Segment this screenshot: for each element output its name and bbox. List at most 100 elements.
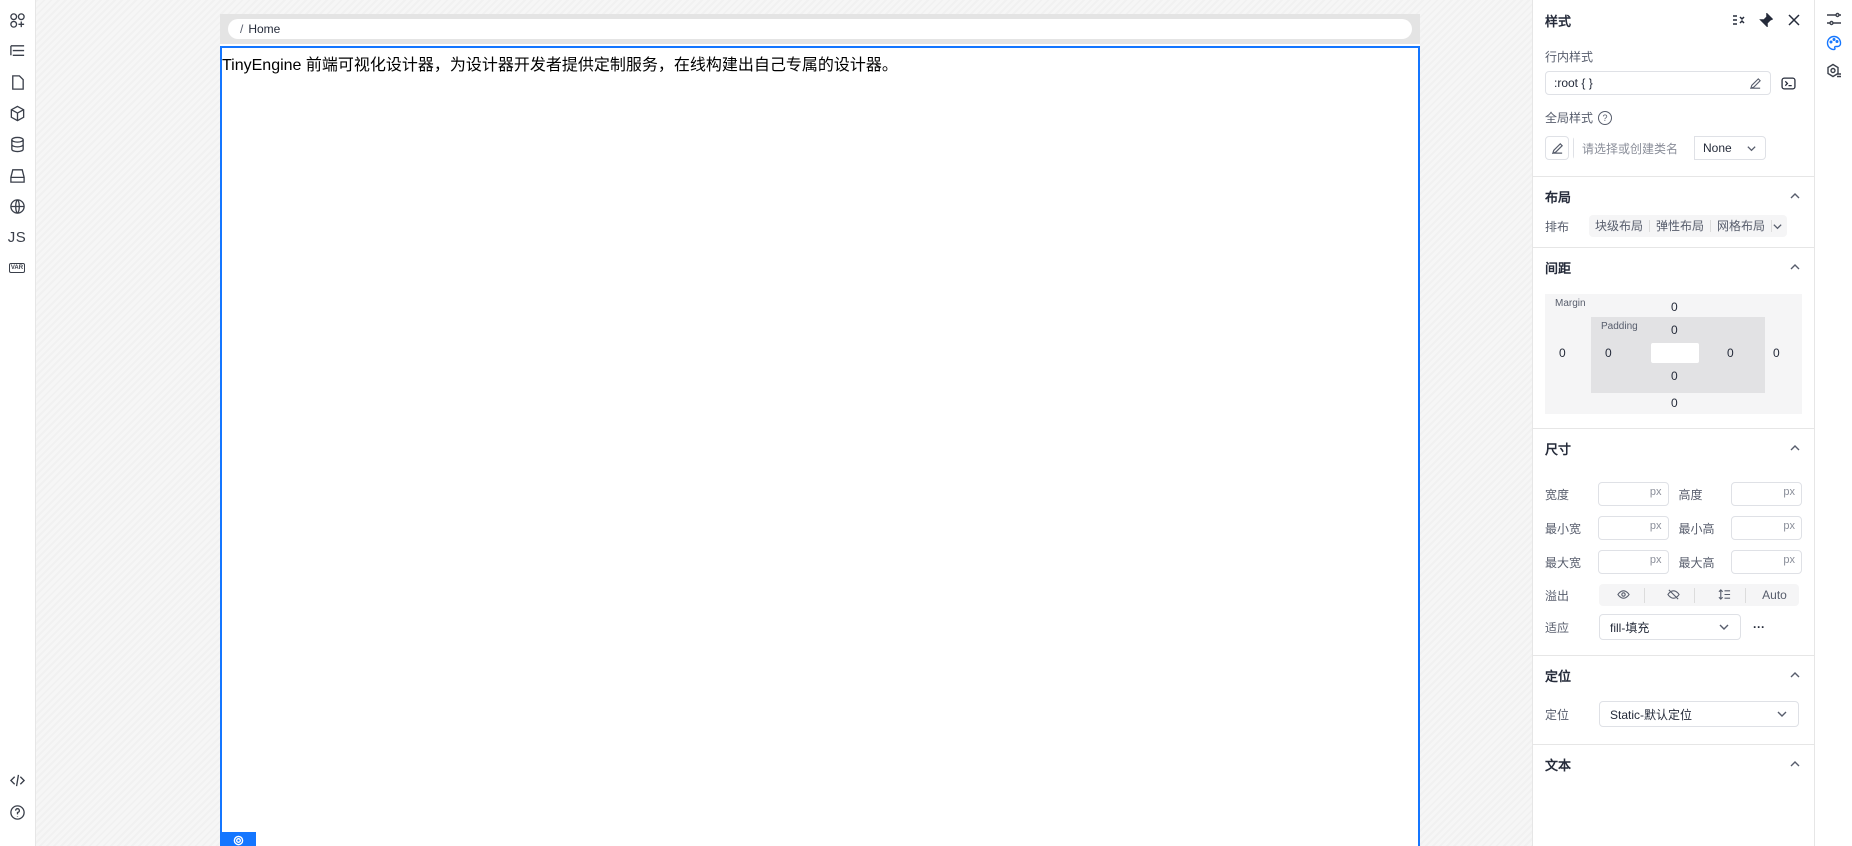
layout-section-header[interactable]: 布局 [1533, 177, 1814, 215]
unit-label: px [1783, 486, 1795, 498]
page-file-icon[interactable] [7, 72, 27, 92]
chevron-up-icon[interactable] [1788, 668, 1802, 682]
arrange-label: 排布 [1545, 219, 1570, 234]
margin-left-value[interactable]: 0 [1559, 346, 1566, 360]
chevron-up-icon[interactable] [1788, 189, 1802, 203]
edit-icon [1551, 142, 1563, 154]
chevron-down-icon[interactable] [1772, 221, 1783, 232]
text-section: 文本 [1533, 744, 1814, 783]
overflow-segment: Auto [1599, 584, 1799, 606]
state-select-value: None [1703, 141, 1732, 155]
terminal-icon[interactable] [1781, 76, 1796, 91]
fit-label: 适应 [1545, 620, 1570, 635]
storage-icon[interactable] [7, 165, 27, 185]
chevron-down-icon [1777, 711, 1787, 717]
chevron-up-icon[interactable] [1788, 757, 1802, 771]
variable-icon[interactable]: VAR [7, 258, 27, 278]
layout-section: 布局 排布 块级布局 弹性布局 网格布局 [1533, 176, 1814, 247]
breadcrumb: / Home [228, 19, 1412, 39]
max-height-label: 最大高 [1678, 555, 1715, 570]
page-text[interactable]: TinyEngine 前端可视化设计器，为设计器开发者提供定制服务，在线构建出自… [222, 51, 898, 75]
global-style-label: 全局样式 [1545, 111, 1594, 125]
unit-label: px [1649, 520, 1662, 532]
padding-bottom-value[interactable]: 0 [1671, 369, 1678, 383]
min-width-label: 最小宽 [1545, 521, 1582, 536]
max-height-input[interactable]: px [1731, 550, 1802, 574]
help-circle-icon[interactable]: ? [1598, 110, 1613, 125]
more-options-icon[interactable]: ··· [1753, 620, 1765, 634]
global-style-edit-button[interactable] [1545, 136, 1569, 160]
selected-page-body[interactable]: TinyEngine 前端可视化设计器，为设计器开发者提供定制服务，在线构建出自… [220, 46, 1420, 846]
close-icon[interactable] [1786, 12, 1802, 28]
position-label: 定位 [1545, 707, 1570, 722]
properties-sliders-icon[interactable] [1825, 10, 1843, 28]
object-fit-select[interactable]: fill-填充 [1599, 614, 1741, 640]
class-name-select[interactable]: 请选择或创建类名 [1574, 136, 1695, 160]
position-section: 定位 定位 Static-默认定位 [1533, 655, 1814, 734]
width-label: 宽度 [1545, 487, 1570, 502]
margin-bottom-value[interactable]: 0 [1671, 396, 1678, 410]
layout-block-option[interactable]: 块级布局 [1589, 220, 1651, 232]
inline-style-value: :root { } [1554, 76, 1593, 90]
layout-grid-option[interactable]: 网格布局 [1711, 220, 1773, 232]
pin-icon[interactable] [1758, 12, 1774, 28]
margin-right-value[interactable]: 0 [1773, 346, 1780, 360]
margin-label: Margin [1555, 298, 1586, 309]
position-select[interactable]: Static-默认定位 [1599, 701, 1799, 727]
margin-top-value[interactable]: 0 [1671, 300, 1678, 314]
canvas-frame: / Home TinyEngine 前端可视化设计器，为设计器开发者提供定制服务… [220, 14, 1420, 846]
padding-label: Padding [1601, 321, 1638, 332]
outline-tree-icon[interactable] [7, 41, 27, 61]
breadcrumb-page[interactable]: Home [248, 22, 280, 36]
max-width-input[interactable]: px [1597, 550, 1669, 574]
spacing-section-header[interactable]: 间距 [1533, 248, 1814, 286]
object-fit-value: fill-填充 [1610, 620, 1650, 635]
right-activity-bar [1814, 0, 1852, 846]
expand-collapse-icon[interactable] [1730, 12, 1746, 28]
globe-icon[interactable] [7, 196, 27, 216]
panel-title: 样式 [1545, 13, 1572, 29]
component-cube-icon[interactable] [7, 103, 27, 123]
javascript-icon[interactable]: JS [7, 227, 27, 247]
spacing-section: 间距 Margin 0 0 0 0 Padding 0 0 0 0 [1533, 247, 1814, 414]
width-input[interactable]: px [1597, 482, 1669, 506]
plugin-add-icon[interactable] [7, 10, 27, 30]
eye-off-icon [1667, 588, 1681, 600]
help-icon[interactable] [7, 802, 27, 822]
min-height-input[interactable]: px [1731, 516, 1802, 540]
min-width-input[interactable]: px [1597, 516, 1669, 540]
padding-top-value[interactable]: 0 [1671, 323, 1678, 337]
height-input[interactable]: px [1731, 482, 1802, 506]
max-width-label: 最大宽 [1545, 555, 1582, 570]
style-palette-icon[interactable] [1825, 34, 1843, 52]
overflow-scroll-option[interactable] [1704, 587, 1746, 603]
padding-right-value[interactable]: 0 [1727, 346, 1734, 360]
chevron-up-icon[interactable] [1788, 441, 1802, 455]
inline-style-input[interactable]: :root { } [1545, 71, 1771, 95]
edit-icon[interactable] [1749, 77, 1762, 90]
database-icon[interactable] [7, 134, 27, 154]
padding-left-value[interactable]: 0 [1605, 346, 1612, 360]
height-label: 高度 [1678, 487, 1703, 502]
selection-tag[interactable] [220, 832, 256, 846]
layout-section-title: 布局 [1545, 189, 1572, 205]
panel-header: 样式 [1533, 0, 1814, 40]
overflow-visible-option[interactable] [1603, 587, 1646, 603]
breadcrumb-separator: / [240, 22, 244, 36]
spacing-box: Margin 0 0 0 0 Padding 0 0 0 0 [1545, 294, 1802, 414]
state-select[interactable]: None [1695, 141, 1765, 155]
breadcrumb-bar: / Home [220, 14, 1420, 44]
left-activity-bar: JS VAR [0, 0, 36, 846]
content-box [1651, 343, 1699, 363]
chevron-up-icon[interactable] [1788, 260, 1802, 274]
unit-label: px [1649, 486, 1662, 498]
size-section-header[interactable]: 尺寸 [1533, 429, 1814, 467]
source-code-icon[interactable] [7, 770, 27, 790]
advanced-settings-icon[interactable] [1825, 62, 1843, 80]
overflow-auto-option[interactable]: Auto [1754, 589, 1795, 601]
position-section-header[interactable]: 定位 [1533, 656, 1814, 694]
overflow-hidden-option[interactable] [1653, 587, 1696, 603]
settings-icon [233, 835, 243, 846]
layout-flex-option[interactable]: 弹性布局 [1650, 220, 1712, 232]
text-section-header[interactable]: 文本 [1533, 745, 1814, 783]
